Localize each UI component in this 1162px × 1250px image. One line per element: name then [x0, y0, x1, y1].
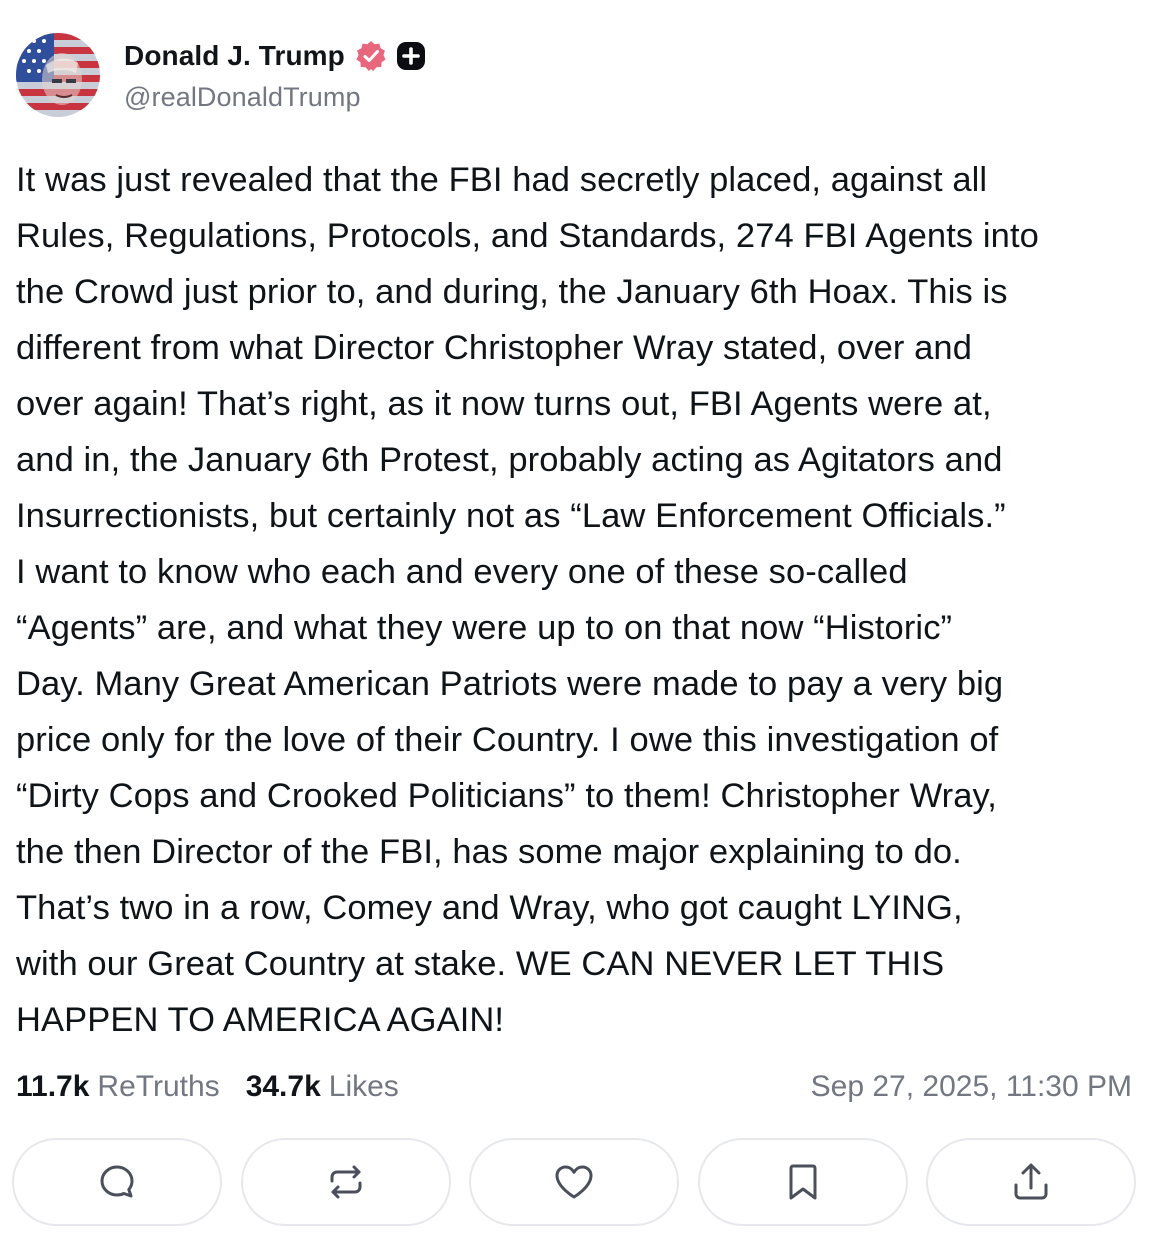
retruths-count: 11.7k	[16, 1070, 90, 1103]
share-button[interactable]	[926, 1138, 1136, 1226]
post-timestamp[interactable]: Sep 27, 2025, 11:30 PM	[811, 1070, 1132, 1104]
post-body-text: It was just revealed that the FBI had se…	[16, 161, 1039, 1039]
likes-stat[interactable]: 34.7k Likes	[246, 1070, 399, 1104]
name-row: Donald J. Trump	[124, 34, 426, 78]
bookmark-icon	[789, 1164, 816, 1200]
bookmark-button[interactable]	[697, 1138, 908, 1226]
heart-icon	[555, 1165, 593, 1199]
retruths-stat[interactable]: 11.7k ReTruths	[16, 1070, 220, 1104]
avatar[interactable]	[16, 33, 100, 117]
retruth-icon	[330, 1165, 361, 1199]
plus-badge-icon	[396, 41, 426, 71]
post-card: Donald J. Trump @realDonaldTrump It was …	[0, 0, 1162, 1250]
retruths-label: ReTruths	[97, 1070, 220, 1103]
likes-label: Likes	[328, 1070, 399, 1103]
flag-portrait-avatar-icon	[16, 33, 100, 117]
reply-icon	[100, 1165, 134, 1198]
author-handle[interactable]: @realDonaldTrump	[124, 82, 426, 113]
author-display-name[interactable]: Donald J. Trump	[124, 40, 345, 72]
like-button[interactable]	[469, 1138, 679, 1226]
reply-button[interactable]	[12, 1138, 222, 1226]
action-bar	[12, 1138, 1136, 1228]
share-icon	[1014, 1163, 1048, 1200]
likes-count: 34.7k	[245, 1070, 321, 1103]
post-header: Donald J. Trump @realDonaldTrump	[16, 32, 426, 118]
post-stats: 11.7k ReTruths 34.7k Likes Sep 27, 2025,…	[16, 1064, 1132, 1110]
retruth-button[interactable]	[240, 1138, 451, 1226]
author-info: Donald J. Trump @realDonaldTrump	[124, 34, 426, 113]
verified-badge-icon	[354, 39, 388, 73]
